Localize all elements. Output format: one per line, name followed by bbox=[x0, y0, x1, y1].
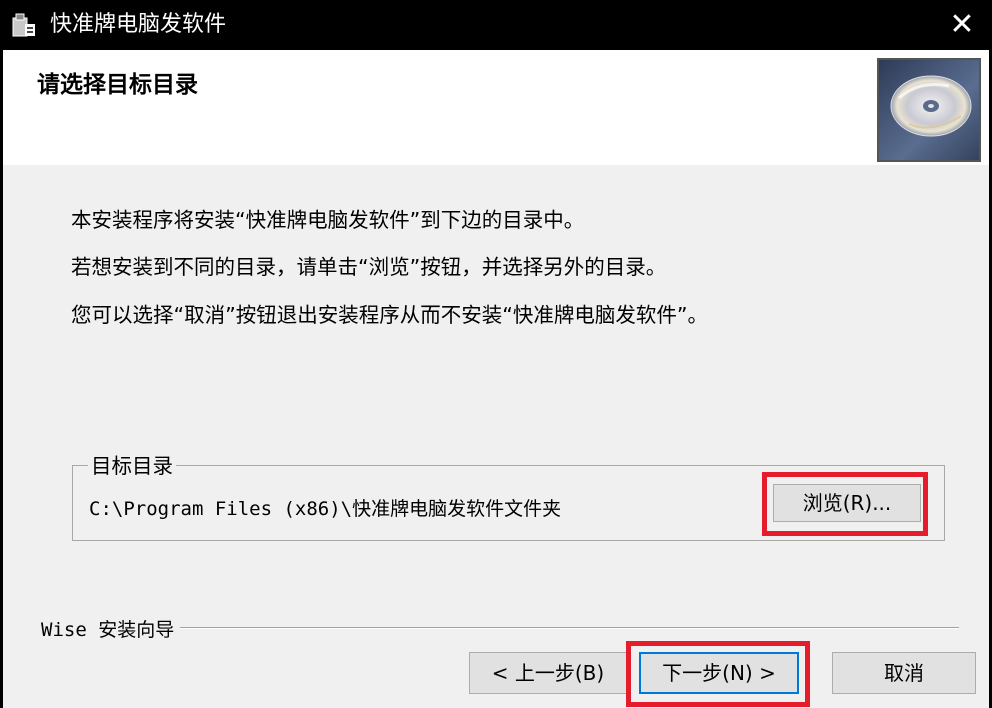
destination-group: 目标目录 C:\Program Files (x86)\快准牌电脑发软件文件夹 … bbox=[72, 449, 945, 541]
cancel-button[interactable]: 取消 bbox=[832, 652, 976, 694]
wizard-brand-label: Wise 安装向导 bbox=[41, 615, 181, 642]
intro-text-line-2: 若想安装到不同的目录，请单击“浏览”按钮，并选择另外的目录。 bbox=[71, 255, 667, 279]
dialog-body: 本安装程序将安装“快准牌电脑发软件”到下边的目录中。 若想安装到不同的目录，请单… bbox=[3, 165, 989, 708]
installer-window: 快准牌电脑发软件 ✕ 请选择目标目录 本安装程序将安装“快准牌电脑发软件”到下边… bbox=[0, 0, 992, 708]
cd-disc-graphic bbox=[890, 75, 972, 137]
title-bar[interactable]: 快准牌电脑发软件 ✕ bbox=[0, 0, 992, 50]
installer-app-icon bbox=[12, 13, 35, 37]
destination-path: C:\Program Files (x86)\快准牌电脑发软件文件夹 bbox=[89, 498, 562, 520]
cd-disc-icon bbox=[877, 58, 981, 162]
destination-group-label: 目标目录 bbox=[88, 449, 176, 479]
window-title: 快准牌电脑发软件 bbox=[50, 12, 227, 37]
next-button[interactable]: 下一步(N) > bbox=[639, 652, 799, 694]
browse-button[interactable]: 浏览(R)... bbox=[773, 484, 921, 522]
back-button[interactable]: < 上一步(B) bbox=[469, 652, 627, 694]
close-button[interactable]: ✕ bbox=[932, 0, 992, 50]
intro-text-line-3: 您可以选择“取消”按钮退出安装程序从而不安装“快准牌电脑发软件”。 bbox=[71, 303, 708, 327]
intro-text-line-1: 本安装程序将安装“快准牌电脑发软件”到下边的目录中。 bbox=[71, 208, 585, 232]
dialog-header: 请选择目标目录 bbox=[3, 50, 989, 165]
page-title: 请选择目标目录 bbox=[37, 72, 198, 98]
